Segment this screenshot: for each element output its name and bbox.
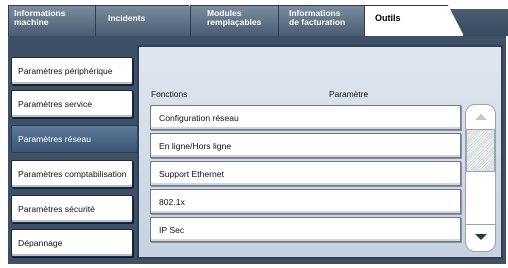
tab-machine-info[interactable]: Informations machine xyxy=(8,5,110,36)
scroll-thumb[interactable] xyxy=(466,129,495,172)
sidebar-item-label: Paramètres périphérique xyxy=(18,66,113,76)
list-item-label: Configuration réseau xyxy=(159,112,239,123)
sidebar-item-network-settings[interactable]: Paramètres réseau xyxy=(11,125,138,153)
sidebar-item-device-settings[interactable]: Paramètres périphérique xyxy=(11,57,133,85)
list-item-ipsec[interactable]: IP Sec xyxy=(150,217,461,242)
scroll-up-button[interactable] xyxy=(467,106,494,128)
list-item-online-offline[interactable]: En ligne/Hors ligne xyxy=(150,133,461,158)
scroll-down-arrow-icon xyxy=(474,234,487,240)
scroll-down-button[interactable] xyxy=(467,226,494,248)
column-header-parameter: Paramètre xyxy=(329,89,369,99)
sidebar-item-label: Paramètres sécurité xyxy=(18,204,95,214)
sidebar-item-label: Paramètres service xyxy=(18,99,93,109)
sidebar-item-service-settings[interactable]: Paramètres service xyxy=(11,90,133,118)
sidebar-item-label: Paramètres réseau xyxy=(18,134,92,144)
list-item-label: En ligne/Hors ligne xyxy=(159,140,232,151)
sidebar-item-security-settings[interactable]: Paramètres sécurité xyxy=(11,195,133,223)
list-item-label: Support Ethernet xyxy=(159,168,224,179)
list-item-8021x[interactable]: 802.1x xyxy=(150,189,461,214)
scroll-divider xyxy=(466,224,495,225)
sidebar-item-label: Dépannage xyxy=(18,238,63,248)
list-item-ethernet-support[interactable]: Support Ethernet xyxy=(150,161,461,186)
column-header-functions: Fonctions xyxy=(151,89,188,99)
list-item-network-config[interactable]: Configuration réseau xyxy=(150,105,461,130)
sidebar-item-label: Paramètres comptabilisation xyxy=(18,169,127,179)
tab-tools[interactable]: Outils xyxy=(364,5,464,36)
scroll-up-arrow-icon xyxy=(474,114,487,120)
sidebar-item-accounting-settings[interactable]: Paramètres comptabilisation xyxy=(11,160,133,188)
list-item-label: 802.1x xyxy=(159,196,185,207)
top-tab-bar: Informations machine Incidents Modules r… xyxy=(8,5,508,36)
sidebar-item-troubleshooting[interactable]: Dépannage xyxy=(11,229,133,257)
list-item-label: IP Sec xyxy=(159,224,185,235)
tab-incidents[interactable]: Incidents xyxy=(95,5,203,36)
